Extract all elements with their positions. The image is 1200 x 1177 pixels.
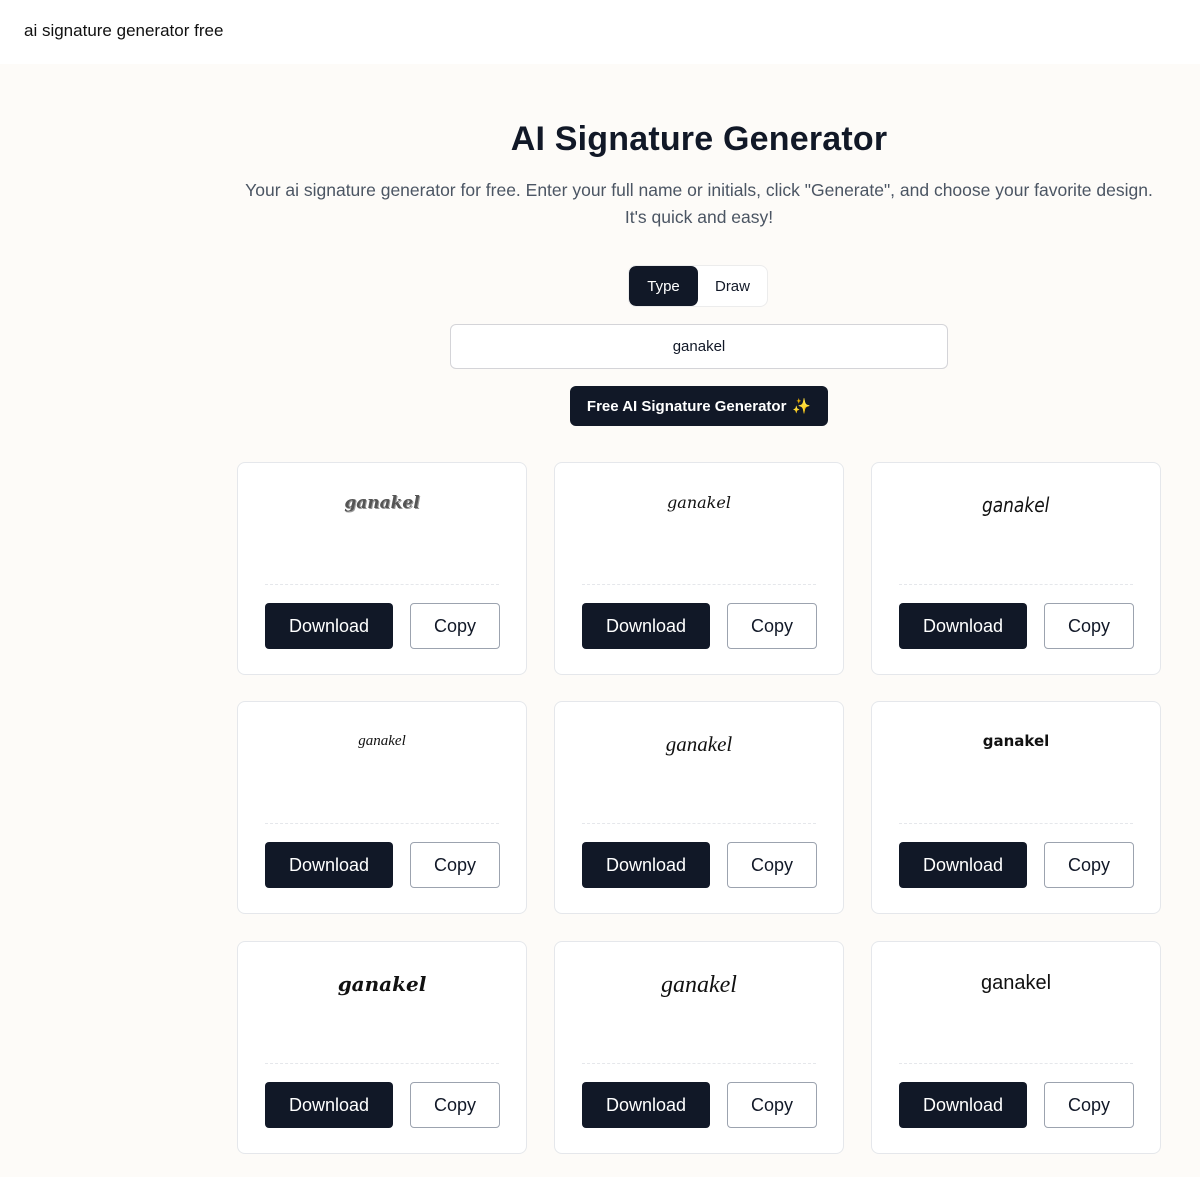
card-divider xyxy=(582,584,816,585)
signature-card: ganakel Download Copy xyxy=(871,462,1161,675)
signature-preview: ganakel xyxy=(238,972,526,996)
card-divider xyxy=(265,823,499,824)
description-line-2: It's quick and easy! xyxy=(624,207,774,227)
signature-text: ganakel xyxy=(665,732,733,756)
signature-preview: ganakel xyxy=(555,972,843,999)
signature-preview: ganakel xyxy=(872,493,1160,517)
signature-card: ganakel Download Copy xyxy=(554,701,844,914)
download-button[interactable]: Download xyxy=(265,1082,393,1128)
copy-button[interactable]: Copy xyxy=(1044,603,1134,649)
signature-text: ganakel xyxy=(667,493,731,512)
copy-button[interactable]: Copy xyxy=(410,603,500,649)
signature-text: ganakel xyxy=(358,733,406,749)
signature-card: ganakel Download Copy xyxy=(237,462,527,675)
copy-button[interactable]: Copy xyxy=(1044,842,1134,888)
signature-text: ganakel xyxy=(661,972,737,998)
card-divider xyxy=(899,1063,1133,1064)
signature-preview: ganakel xyxy=(555,493,843,513)
copy-button[interactable]: Copy xyxy=(410,1082,500,1128)
sparkles-icon: ✨ xyxy=(792,398,812,415)
copy-button[interactable]: Copy xyxy=(727,603,817,649)
download-button[interactable]: Download xyxy=(265,603,393,649)
page-title: AI Signature Generator xyxy=(510,120,888,158)
card-divider xyxy=(582,823,816,824)
card-divider xyxy=(265,584,499,585)
mode-toggle: Type Draw xyxy=(628,265,768,307)
download-button[interactable]: Download xyxy=(582,1082,710,1128)
generate-button[interactable]: Free AI Signature Generator ✨ xyxy=(570,386,828,426)
signature-card: ganakel Download Copy xyxy=(554,462,844,675)
generate-button-label: Free AI Signature Generator xyxy=(586,397,787,415)
copy-button[interactable]: Copy xyxy=(727,1082,817,1128)
download-button[interactable]: Download xyxy=(582,842,710,888)
tab-draw[interactable]: Draw xyxy=(698,266,767,306)
card-divider xyxy=(899,584,1133,585)
name-input[interactable] xyxy=(450,324,948,369)
site-title: ai signature generator free xyxy=(24,21,224,40)
tab-type[interactable]: Type xyxy=(629,266,698,306)
copy-button[interactable]: Copy xyxy=(410,842,500,888)
signature-card: ganakel Download Copy xyxy=(237,701,527,914)
signature-card: ganakel Download Copy xyxy=(554,941,844,1154)
card-divider xyxy=(582,1063,816,1064)
signature-text: ganakel xyxy=(337,972,427,996)
signature-preview: ganakel xyxy=(238,732,526,750)
download-button[interactable]: Download xyxy=(899,603,1027,649)
copy-button[interactable]: Copy xyxy=(1044,1082,1134,1128)
page-description: Your ai signature generator for free. En… xyxy=(238,177,1160,231)
signature-card: ganakel Download Copy xyxy=(871,701,1161,914)
download-button[interactable]: Download xyxy=(899,842,1027,888)
download-button[interactable]: Download xyxy=(265,842,393,888)
signature-text: ganakel xyxy=(980,972,1052,994)
signature-preview: ganakel xyxy=(555,732,843,757)
download-button[interactable]: Download xyxy=(899,1082,1027,1128)
signature-preview: ganakel xyxy=(238,493,526,513)
signature-preview: ganakel xyxy=(872,732,1160,751)
signature-preview: ganakel xyxy=(872,972,1160,995)
top-bar: ai signature generator free xyxy=(0,0,1200,64)
signature-card: ganakel Download Copy xyxy=(237,941,527,1154)
signature-text: ganakel xyxy=(982,493,1050,517)
signature-text: ganakel xyxy=(982,732,1050,750)
copy-button[interactable]: Copy xyxy=(727,842,817,888)
card-divider xyxy=(899,823,1133,824)
signature-text: ganakel xyxy=(344,493,420,513)
description-line-1: Your ai signature generator for free. En… xyxy=(245,180,1153,200)
download-button[interactable]: Download xyxy=(582,603,710,649)
card-divider xyxy=(265,1063,499,1064)
signature-card: ganakel Download Copy xyxy=(871,941,1161,1154)
